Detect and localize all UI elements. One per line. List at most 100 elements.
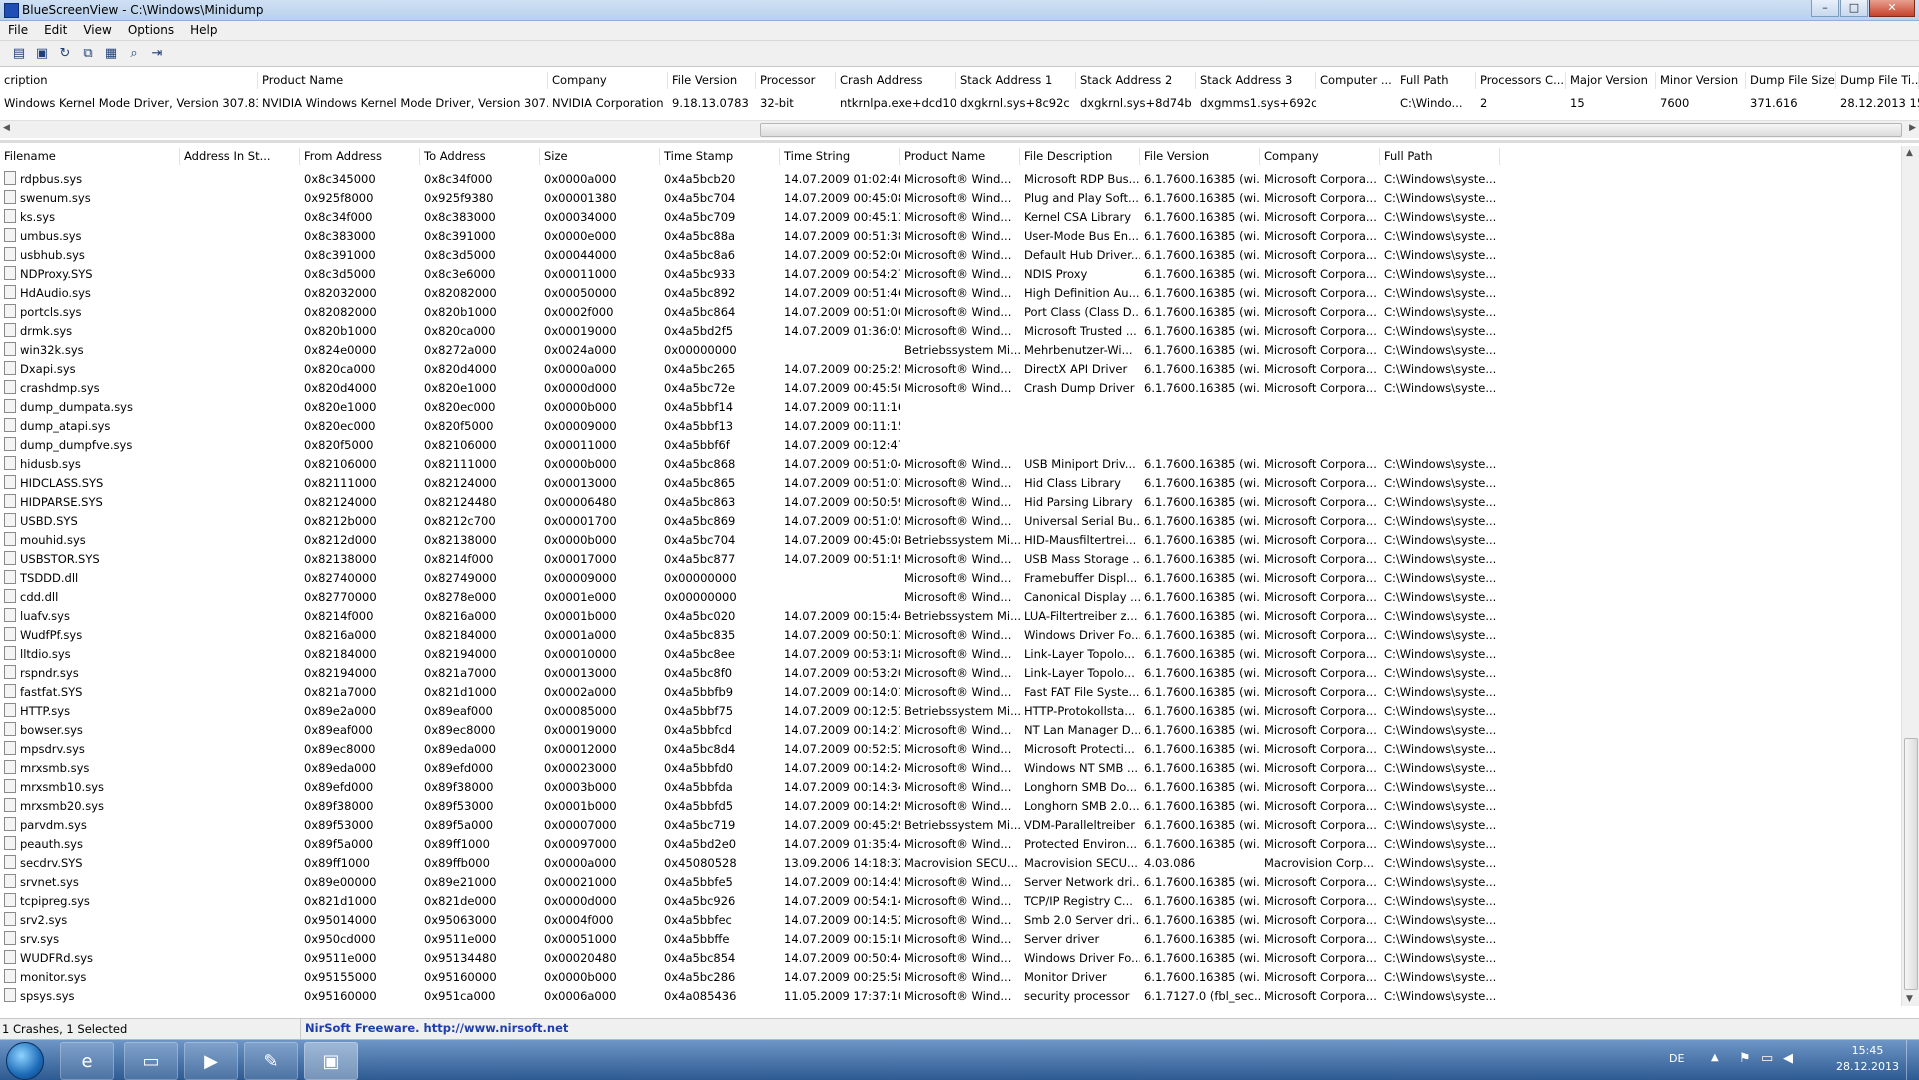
driver-row[interactable]: dump_dumpfve.sys 0x820f5000 0x82106000 0x00…: [0, 436, 1900, 455]
driver-row[interactable]: tcpipreg.sys 0x821d1000 0x821de000 0x0000d0…: [0, 892, 1900, 911]
save-icon[interactable]: ▣: [33, 45, 51, 63]
driver-row[interactable]: HIDPARSE.SYS 0x82124000 0x82124480 0x000064…: [0, 493, 1900, 512]
driver-column-header-11[interactable]: Full Path: [1380, 148, 1500, 165]
crash-list-hscrollbar[interactable]: ◀ ▶: [0, 120, 1919, 138]
scroll-thumb[interactable]: [760, 123, 1902, 137]
driver-row[interactable]: fastfat.SYS 0x821a7000 0x821d1000 0x0002a00…: [0, 683, 1900, 702]
close-button[interactable]: ✕: [1869, 0, 1915, 17]
driver-column-header-10[interactable]: Company: [1260, 148, 1380, 165]
refresh-icon[interactable]: ↻: [56, 45, 74, 63]
driver-row[interactable]: TSDDD.dll 0x82740000 0x82749000 0x00009000 0…: [0, 569, 1900, 588]
save-html-icon[interactable]: ▤: [10, 45, 28, 63]
driver-row[interactable]: ks.sys 0x8c34f000 0x8c383000 0x00034000 0x4a…: [0, 208, 1900, 227]
start-button[interactable]: [6, 1042, 44, 1080]
volume-icon[interactable]: ◀: [1783, 1051, 1793, 1066]
driver-row[interactable]: NDProxy.SYS 0x8c3d5000 0x8c3e6000 0x0001100…: [0, 265, 1900, 284]
crash-column-header-15[interactable]: Dump File Ti...: [1836, 72, 1919, 89]
scroll-down-icon[interactable]: ▼: [1906, 994, 1913, 1004]
driver-row[interactable]: peauth.sys 0x89f5a000 0x89ff1000 0x00097000…: [0, 835, 1900, 854]
crash-column-header-13[interactable]: Minor Version: [1656, 72, 1746, 89]
driver-row[interactable]: secdrv.SYS 0x89ff1000 0x89ffb000 0x0000a000…: [0, 854, 1900, 873]
driver-row[interactable]: rspndr.sys 0x82194000 0x821a7000 0x00013000…: [0, 664, 1900, 683]
crash-column-header-10[interactable]: Full Path: [1396, 72, 1476, 89]
driver-row[interactable]: srvnet.sys 0x89e00000 0x89e21000 0x00021000…: [0, 873, 1900, 892]
media-player-icon[interactable]: ▶: [184, 1042, 238, 1080]
driver-row[interactable]: mouhid.sys 0x8212d000 0x82138000 0x0000b000…: [0, 531, 1900, 550]
crash-column-header-1[interactable]: Product Name: [258, 72, 548, 89]
crash-column-header-3[interactable]: File Version: [668, 72, 756, 89]
driver-row[interactable]: HdAudio.sys 0x82032000 0x82082000 0x0005000…: [0, 284, 1900, 303]
crash-column-header-2[interactable]: Company: [548, 72, 668, 89]
driver-column-header-1[interactable]: Address In St...: [180, 148, 300, 165]
driver-column-header-5[interactable]: Time Stamp: [660, 148, 780, 165]
driver-row[interactable]: mrxsmb.sys 0x89eda000 0x89efd000 0x00023000…: [0, 759, 1900, 778]
crash-column-header-8[interactable]: Stack Address 3: [1196, 72, 1316, 89]
driver-column-header-2[interactable]: From Address: [300, 148, 420, 165]
network-icon[interactable]: ▭: [1761, 1051, 1773, 1066]
internet-explorer-icon[interactable]: e: [60, 1042, 114, 1080]
crash-column-header-14[interactable]: Dump File Size: [1746, 72, 1836, 89]
driver-row[interactable]: dump_atapi.sys 0x820ec000 0x820f5000 0x0000…: [0, 417, 1900, 436]
driver-row[interactable]: dump_dumpata.sys 0x820e1000 0x820ec000 0x00…: [0, 398, 1900, 417]
driver-row[interactable]: bowser.sys 0x89eaf000 0x89ec8000 0x00019000…: [0, 721, 1900, 740]
scroll-left-icon[interactable]: ◀: [3, 123, 10, 133]
driver-row[interactable]: USBSTOR.SYS 0x82138000 0x8214f000 0x0001700…: [0, 550, 1900, 569]
driver-column-header-3[interactable]: To Address: [420, 148, 540, 165]
bluescreenview-icon[interactable]: ▣: [304, 1042, 358, 1080]
driver-column-header-0[interactable]: Filename: [0, 148, 180, 165]
crash-column-header-12[interactable]: Major Version: [1566, 72, 1656, 89]
tool-app-icon[interactable]: ✎: [244, 1042, 298, 1080]
driver-row[interactable]: WUDFRd.sys 0x9511e000 0x95134480 0x00020480…: [0, 949, 1900, 968]
minimize-button[interactable]: –: [1811, 0, 1839, 17]
driver-row[interactable]: lltdio.sys 0x82184000 0x82194000 0x00010000…: [0, 645, 1900, 664]
exit-icon[interactable]: ⇥: [148, 45, 166, 63]
driver-row[interactable]: srv.sys 0x950cd000 0x9511e000 0x00051000 0x4…: [0, 930, 1900, 949]
driver-row[interactable]: srv2.sys 0x95014000 0x95063000 0x0004f000 0x…: [0, 911, 1900, 930]
driver-row[interactable]: hidusb.sys 0x82106000 0x82111000 0x0000b000…: [0, 455, 1900, 474]
driver-row[interactable]: win32k.sys 0x824e0000 0x8272a000 0x0024a000…: [0, 341, 1900, 360]
menu-view[interactable]: View: [75, 21, 119, 40]
crash-row[interactable]: Windows Kernel Mode Driver, Version 307.…: [0, 95, 1919, 113]
nirsoft-link[interactable]: NirSoft Freeware. http://www.nirsoft.net: [305, 1021, 568, 1035]
driver-column-header-4[interactable]: Size: [540, 148, 660, 165]
maximize-button[interactable]: □: [1840, 0, 1868, 17]
driver-row[interactable]: drmk.sys 0x820b1000 0x820ca000 0x00019000 0x…: [0, 322, 1900, 341]
copy-icon[interactable]: ⧉: [79, 45, 97, 63]
show-desktop-button[interactable]: [1906, 1040, 1919, 1080]
menu-file[interactable]: File: [0, 21, 36, 40]
driver-row[interactable]: mpsdrv.sys 0x89ec8000 0x89eda000 0x00012000…: [0, 740, 1900, 759]
driver-row[interactable]: luafv.sys 0x8214f000 0x8216a000 0x0001b000 0…: [0, 607, 1900, 626]
driver-row[interactable]: mrxsmb20.sys 0x89f38000 0x89f53000 0x0001b0…: [0, 797, 1900, 816]
scroll-right-icon[interactable]: ▶: [1909, 123, 1916, 133]
driver-row[interactable]: mrxsmb10.sys 0x89efd000 0x89f38000 0x0003b0…: [0, 778, 1900, 797]
scroll-up-icon[interactable]: ▲: [1906, 148, 1913, 158]
driver-row[interactable]: parvdm.sys 0x89f53000 0x89f5a000 0x00007000…: [0, 816, 1900, 835]
driver-row[interactable]: monitor.sys 0x95155000 0x95160000 0x0000b00…: [0, 968, 1900, 987]
driver-row[interactable]: spsys.sys 0x95160000 0x951ca000 0x0006a000 0…: [0, 987, 1900, 1006]
action-center-icon[interactable]: ⚑: [1739, 1051, 1751, 1066]
scroll-thumb[interactable]: [1904, 738, 1918, 990]
driver-row[interactable]: cdd.dll 0x82770000 0x8278e000 0x0001e000 0x0…: [0, 588, 1900, 607]
tray-expand-icon[interactable]: ▲: [1711, 1052, 1719, 1063]
driver-row[interactable]: rdpbus.sys 0x8c345000 0x8c34f000 0x0000a000…: [0, 170, 1900, 189]
find-icon[interactable]: ⌕: [125, 45, 143, 63]
crash-column-header-4[interactable]: Processor: [756, 72, 836, 89]
crash-column-header-7[interactable]: Stack Address 2: [1076, 72, 1196, 89]
properties-icon[interactable]: ▦: [102, 45, 120, 63]
driver-column-header-8[interactable]: File Description: [1020, 148, 1140, 165]
driver-row[interactable]: crashdmp.sys 0x820d4000 0x820e1000 0x0000d0…: [0, 379, 1900, 398]
menu-help[interactable]: Help: [182, 21, 225, 40]
menu-edit[interactable]: Edit: [36, 21, 75, 40]
language-indicator[interactable]: DE: [1669, 1052, 1684, 1065]
explorer-folder-icon[interactable]: ▭: [124, 1042, 178, 1080]
driver-row[interactable]: usbhub.sys 0x8c391000 0x8c3d5000 0x00044000…: [0, 246, 1900, 265]
crash-column-header-11[interactable]: Processors C...: [1476, 72, 1566, 89]
driver-column-header-6[interactable]: Time String: [780, 148, 900, 165]
driver-row[interactable]: swenum.sys 0x925f8000 0x925f9380 0x00001380…: [0, 189, 1900, 208]
driver-list-vscrollbar[interactable]: ▲ ▼: [1901, 146, 1919, 1006]
crash-column-header-5[interactable]: Crash Address: [836, 72, 956, 89]
driver-row[interactable]: Dxapi.sys 0x820ca000 0x820d4000 0x0000a000 0…: [0, 360, 1900, 379]
driver-column-header-9[interactable]: File Version: [1140, 148, 1260, 165]
driver-row[interactable]: HIDCLASS.SYS 0x82111000 0x82124000 0x000130…: [0, 474, 1900, 493]
crash-column-header-6[interactable]: Stack Address 1: [956, 72, 1076, 89]
